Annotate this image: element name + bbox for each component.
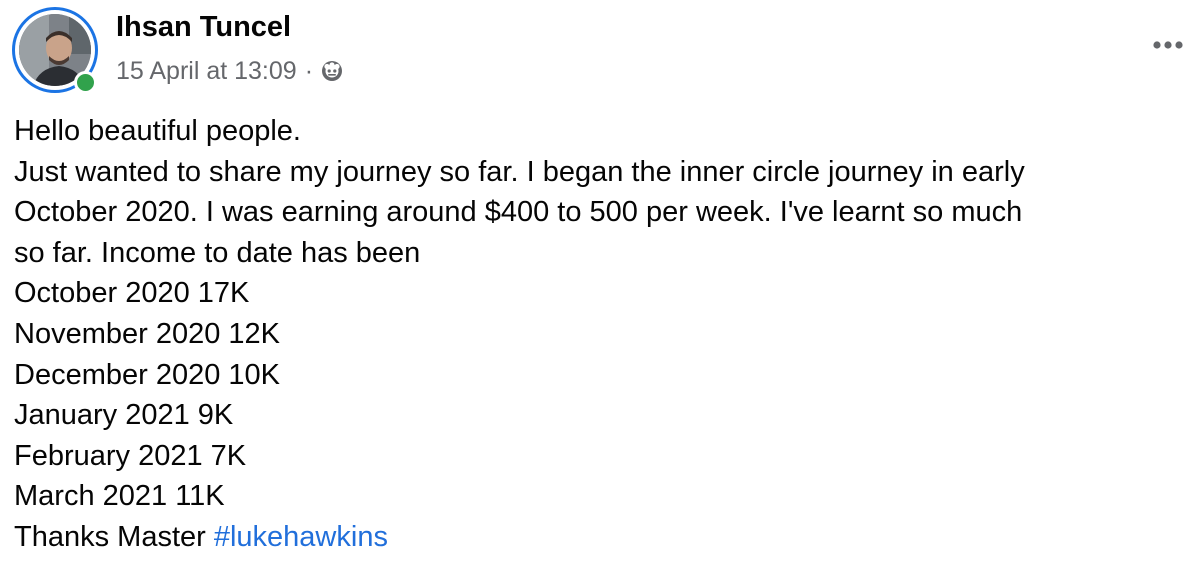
custom-audience-icon[interactable] — [320, 59, 344, 83]
facebook-post: Ihsan Tuncel 15 April at 13:09 · Hello b… — [0, 0, 1200, 561]
more-options-button[interactable] — [1148, 30, 1188, 60]
post-line: October 2020. I was earning around $400 … — [14, 196, 1023, 229]
post-line: so far. Income to date has been — [14, 236, 421, 269]
hashtag-link[interactable]: #lukehawkins — [214, 521, 388, 553]
post-line: Hello beautiful people. — [14, 115, 301, 147]
avatar[interactable] — [12, 7, 98, 94]
author-name[interactable]: Ihsan Tuncel — [116, 11, 291, 44]
post-text: Hello beautiful people. Just wanted to s… — [14, 111, 1194, 558]
post-line: Just wanted to share my journey so far. … — [14, 155, 1025, 188]
post-meta: 15 April at 13:09 · — [116, 56, 344, 86]
income-line-march-2021: March 2021 11K — [14, 480, 225, 513]
income-line-january-2021: January 2021 9K — [14, 399, 234, 432]
income-line-october-2020: October 2020 17K — [14, 277, 250, 310]
closing-line: Thanks Master #lukehawkins — [14, 517, 1194, 558]
meta-separator: · — [304, 56, 314, 85]
income-line-december-2020: December 2020 10K — [14, 358, 280, 391]
income-line-november-2020: November 2020 12K — [14, 317, 280, 350]
more-options-icon — [1153, 41, 1183, 49]
closing-text: Thanks Master — [14, 520, 214, 553]
online-status-dot — [74, 71, 97, 94]
post-timestamp[interactable]: 15 April at 13:09 — [116, 57, 297, 86]
income-line-february-2021: February 2021 7K — [14, 439, 247, 472]
